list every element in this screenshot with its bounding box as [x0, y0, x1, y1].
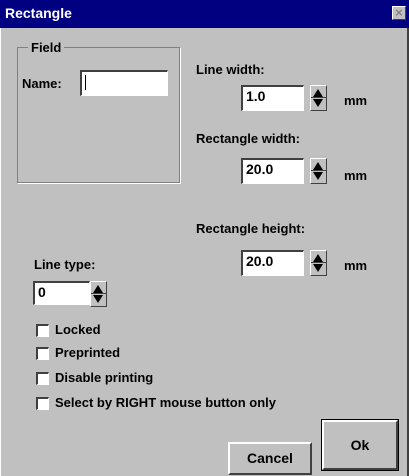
spin-up-arrow-icon[interactable]: [313, 89, 323, 97]
rect-width-spinner[interactable]: [310, 158, 327, 184]
spinner-divider: [311, 262, 326, 263]
window-title: Rectangle: [5, 5, 72, 21]
locked-checkbox[interactable]: [36, 324, 49, 337]
window-frame-left: [0, 28, 1, 476]
title-bar: Rectangle ×: [0, 0, 409, 28]
line-type-spinner[interactable]: [90, 281, 107, 307]
select-right-mouse-checkbox[interactable]: [36, 397, 49, 410]
spin-down-arrow-icon[interactable]: [313, 264, 323, 272]
rect-height-unit: mm: [344, 258, 368, 273]
field-group-legend: Field: [28, 40, 65, 55]
spinner-divider: [311, 97, 326, 98]
disable-printing-checkbox[interactable]: [36, 372, 49, 385]
line-type-value: 0: [38, 284, 46, 300]
cancel-button-label: Cancel: [247, 450, 293, 466]
close-button[interactable]: ×: [392, 6, 406, 20]
line-width-label: Line width:: [196, 62, 265, 77]
spin-down-arrow-icon[interactable]: [313, 172, 323, 180]
rect-height-spinner[interactable]: [310, 250, 327, 276]
close-icon: ×: [394, 6, 404, 19]
line-width-input[interactable]: 1.0: [241, 85, 304, 111]
locked-label: Locked: [55, 322, 101, 337]
line-type-input[interactable]: 0: [33, 281, 90, 305]
spinner-divider: [311, 170, 326, 171]
rect-width-unit: mm: [344, 168, 368, 183]
spin-down-arrow-icon[interactable]: [93, 295, 103, 303]
select-right-mouse-label: Select by RIGHT mouse button only: [55, 395, 277, 410]
line-width-unit: mm: [344, 93, 368, 108]
rect-width-value: 20.0: [246, 161, 274, 177]
disable-printing-label: Disable printing: [55, 370, 154, 385]
ok-button-label: Ok: [350, 437, 370, 453]
spin-down-arrow-icon[interactable]: [313, 99, 323, 107]
cancel-button[interactable]: Cancel: [228, 442, 312, 475]
spin-up-arrow-icon[interactable]: [313, 162, 323, 170]
rect-width-label: Rectangle width:: [196, 131, 301, 146]
line-width-value: 1.0: [246, 88, 266, 104]
spin-up-arrow-icon[interactable]: [93, 285, 103, 293]
text-caret: [85, 74, 86, 90]
line-width-spinner[interactable]: [310, 85, 327, 111]
rect-width-input[interactable]: 20.0: [241, 158, 304, 184]
rect-height-input[interactable]: 20.0: [241, 250, 304, 276]
ok-button[interactable]: Ok: [322, 420, 398, 470]
name-label: Name:: [22, 76, 62, 91]
field-groupbox: [17, 47, 180, 183]
rect-height-value: 20.0: [246, 253, 274, 269]
spinner-divider: [91, 293, 106, 294]
rect-height-label: Rectangle height:: [196, 221, 306, 236]
preprinted-checkbox[interactable]: [36, 347, 49, 360]
preprinted-label: Preprinted: [55, 345, 121, 360]
line-type-label: Line type:: [34, 257, 96, 272]
name-input[interactable]: [80, 70, 168, 96]
spin-up-arrow-icon[interactable]: [313, 254, 323, 262]
